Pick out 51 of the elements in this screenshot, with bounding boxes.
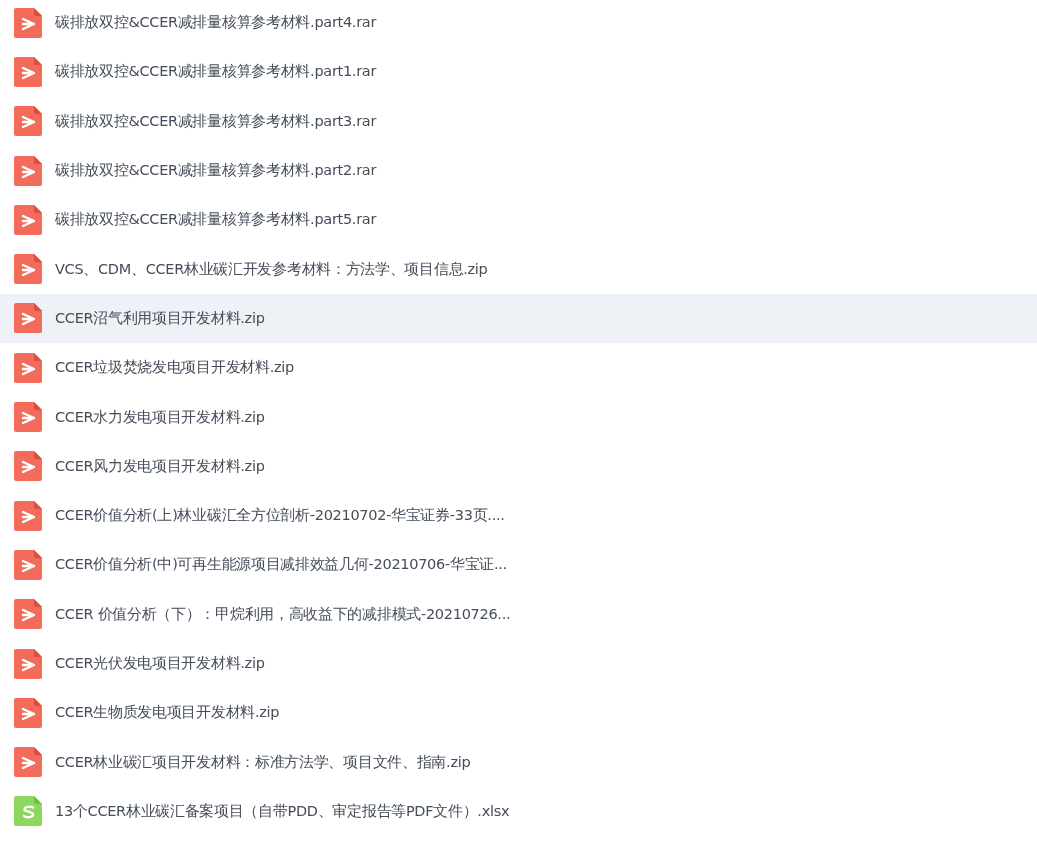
file-name: CCER光伏发电项目开发材料.zip [55,654,265,673]
pdf-file-icon [14,697,42,728]
file-row[interactable]: 碳排放双控&CCER减排量核算参考材料.part4.rar [0,0,1037,48]
pdf-file-icon [14,352,42,383]
pdf-file-icon [14,549,42,580]
pdf-file-icon [14,7,42,38]
file-name: CCER沼气利用项目开发材料.zip [55,308,265,328]
file-row[interactable]: CCER垃圾焚烧发电项目开发材料.zip [0,343,1037,393]
file-name: 碳排放双控&CCER减排量核算参考材料.part1.rar [55,62,377,82]
pdf-file-icon [14,451,42,482]
file-row[interactable]: CCER生物质发电项目开发材料.zip [0,688,1037,738]
pdf-file-icon [14,56,42,87]
pdf-file-icon [14,106,42,137]
file-row[interactable]: 13个CCER林业碳汇备案项目（自带PDD、审定报告等PDF文件）.xlsx [0,786,1037,837]
file-row[interactable]: CCER林业碳汇项目开发材料：标准方法学、项目文件、指南.zip [0,737,1037,787]
file-row[interactable]: CCER沼气利用项目开发材料.zip [0,293,1037,344]
file-row[interactable]: 碳排放双控&CCER减排量核算参考材料.part1.rar [0,47,1037,97]
file-row[interactable]: CCER价值分析(上)林业碳汇全方位剖析-20210702-华宝证券-33页.... [0,490,1037,541]
pdf-file-icon [14,254,42,285]
pdf-file-icon [14,204,42,235]
file-name: CCER垃圾焚烧发电项目开发材料.zip [55,358,294,378]
file-name: CCER价值分析(上)林业碳汇全方位剖析-20210702-华宝证券-33页.... [55,506,505,526]
file-name: CCER价值分析(中)可再生能源项目减排效益几何-20210706-华宝证... [55,555,507,575]
file-name: CCER 价值分析（下）：甲烷利用，高收益下的减排模式-20210726... [55,604,511,624]
spreadsheet-file-icon [14,796,42,827]
file-row[interactable]: CCER光伏发电项目开发材料.zip [0,638,1037,689]
pdf-file-icon [14,303,42,334]
file-row[interactable]: VCS、CDM、CCER林业碳汇开发参考材料：方法学、项目信息.zip [0,244,1037,294]
file-name: CCER生物质发电项目开发材料.zip [55,703,280,723]
file-name: 13个CCER林业碳汇备案项目（自带PDD、审定报告等PDF文件）.xlsx [55,801,510,821]
file-name: 碳排放双控&CCER减排量核算参考材料.part4.rar [55,13,377,33]
pdf-file-icon [14,155,42,186]
file-row[interactable]: CCER价值分析(中)可再生能源项目减排效益几何-20210706-华宝证... [0,540,1037,590]
file-name: VCS、CDM、CCER林业碳汇开发参考材料：方法学、项目信息.zip [55,259,488,279]
file-row[interactable]: CCER 价值分析（下）：甲烷利用，高收益下的减排模式-20210726... [0,589,1037,639]
file-row[interactable]: 碳排放双控&CCER减排量核算参考材料.part3.rar [0,96,1037,146]
file-name: 碳排放双控&CCER减排量核算参考材料.part3.rar [55,111,377,131]
pdf-file-icon [14,500,42,531]
file-row[interactable]: CCER水力发电项目开发材料.zip [0,392,1037,442]
file-row[interactable]: CCER风力发电项目开发材料.zip [0,441,1037,491]
file-row[interactable]: 碳排放双控&CCER减排量核算参考材料.part5.rar [0,195,1037,245]
file-name: 碳排放双控&CCER减排量核算参考材料.part5.rar [55,210,377,230]
file-name: CCER林业碳汇项目开发材料：标准方法学、项目文件、指南.zip [55,752,471,772]
pdf-file-icon [14,599,42,630]
pdf-file-icon [14,402,42,432]
file-name: 碳排放双控&CCER减排量核算参考材料.part2.rar [55,161,377,181]
pdf-file-icon [14,648,42,679]
file-row[interactable]: 碳排放双控&CCER减排量核算参考材料.part2.rar [0,145,1037,196]
pdf-file-icon [14,747,42,778]
file-name: CCER水力发电项目开发材料.zip [55,407,265,427]
file-name: CCER风力发电项目开发材料.zip [55,456,265,476]
